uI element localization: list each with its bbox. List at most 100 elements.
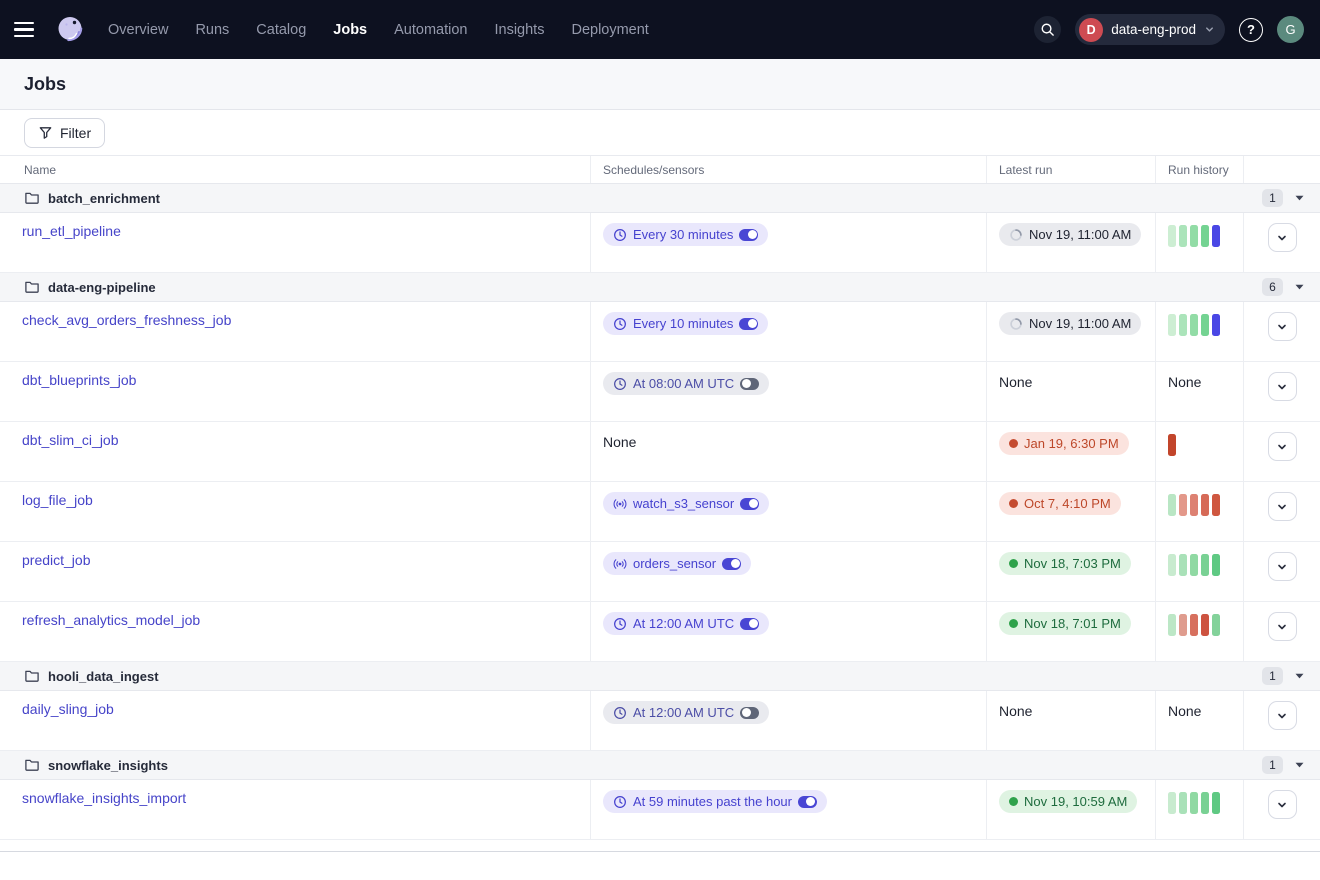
job-group-row[interactable]: snowflake_insights 1 xyxy=(0,751,1320,780)
nav-item-overview[interactable]: Overview xyxy=(108,22,168,38)
schedule-toggle[interactable] xyxy=(740,378,759,390)
run-history-bar[interactable] xyxy=(1212,554,1220,576)
schedule-toggle[interactable] xyxy=(739,318,758,330)
run-history-bar[interactable] xyxy=(1179,225,1187,247)
run-history-bar[interactable] xyxy=(1179,494,1187,516)
user-avatar[interactable]: G xyxy=(1277,16,1304,43)
schedule-pill[interactable]: At 12:00 AM UTC xyxy=(603,701,769,724)
expand-row-button[interactable] xyxy=(1268,372,1297,401)
expand-row-button[interactable] xyxy=(1268,492,1297,521)
run-history-bar[interactable] xyxy=(1212,314,1220,336)
run-history-bar[interactable] xyxy=(1201,494,1209,516)
latest-run-pill[interactable]: Nov 19, 11:00 AM xyxy=(999,223,1141,246)
expand-row-button[interactable] xyxy=(1268,790,1297,819)
run-history-bar[interactable] xyxy=(1168,614,1176,636)
schedule-pill[interactable]: Every 30 minutes xyxy=(603,223,768,246)
job-name-link[interactable]: snowflake_insights_import xyxy=(22,790,186,806)
schedule-pill[interactable]: At 08:00 AM UTC xyxy=(603,372,769,395)
schedule-pill[interactable]: At 12:00 AM UTC xyxy=(603,612,769,635)
latest-run-pill[interactable]: Jan 19, 6:30 PM xyxy=(999,432,1129,455)
run-history-bar[interactable] xyxy=(1190,792,1198,814)
schedule-toggle[interactable] xyxy=(798,796,817,808)
latest-run-pill[interactable]: Nov 19, 10:59 AM xyxy=(999,790,1137,813)
expand-row-button[interactable] xyxy=(1268,552,1297,581)
search-button[interactable] xyxy=(1034,16,1061,43)
job-name-link[interactable]: check_avg_orders_freshness_job xyxy=(22,312,231,328)
job-name-link[interactable]: predict_job xyxy=(22,552,91,568)
deployment-switcher[interactable]: D data-eng-prod xyxy=(1075,14,1225,45)
job-group-row[interactable]: batch_enrichment 1 xyxy=(0,184,1320,213)
job-name-link[interactable]: refresh_analytics_model_job xyxy=(22,612,200,628)
nav-item-deployment[interactable]: Deployment xyxy=(571,22,648,38)
caret-down-icon[interactable] xyxy=(1295,284,1304,290)
schedule-toggle[interactable] xyxy=(722,558,741,570)
run-history-bar[interactable] xyxy=(1201,792,1209,814)
run-history-bar[interactable] xyxy=(1168,434,1176,456)
latest-run-pill[interactable]: Nov 18, 7:03 PM xyxy=(999,552,1131,575)
job-name-link[interactable]: dbt_slim_ci_job xyxy=(22,432,119,448)
expand-row-button[interactable] xyxy=(1268,701,1297,730)
nav-item-jobs[interactable]: Jobs xyxy=(333,22,367,38)
caret-down-icon[interactable] xyxy=(1295,673,1304,679)
run-history-bar[interactable] xyxy=(1190,494,1198,516)
run-history-bar[interactable] xyxy=(1168,494,1176,516)
job-group-row[interactable]: hooli_data_ingest 1 xyxy=(0,662,1320,691)
schedule-pill[interactable]: watch_s3_sensor xyxy=(603,492,769,515)
job-name-link[interactable]: daily_sling_job xyxy=(22,701,114,717)
expand-row-button[interactable] xyxy=(1268,223,1297,252)
job-name-link[interactable]: dbt_blueprints_job xyxy=(22,372,136,388)
run-history-bar[interactable] xyxy=(1201,614,1209,636)
run-history-bar[interactable] xyxy=(1168,225,1176,247)
job-group-row[interactable]: data-eng-pipeline 6 xyxy=(0,273,1320,302)
run-history-bar[interactable] xyxy=(1190,554,1198,576)
expand-row-button[interactable] xyxy=(1268,612,1297,641)
filter-button[interactable]: Filter xyxy=(24,118,105,148)
schedule-toggle[interactable] xyxy=(740,707,759,719)
schedule-pill[interactable]: At 59 minutes past the hour xyxy=(603,790,827,813)
latest-run-pill[interactable]: Nov 19, 11:00 AM xyxy=(999,312,1141,335)
run-history-bar[interactable] xyxy=(1212,494,1220,516)
latest-run-none: None xyxy=(999,701,1032,719)
run-history-bar[interactable] xyxy=(1179,614,1187,636)
nav-item-insights[interactable]: Insights xyxy=(494,22,544,38)
run-history-bar[interactable] xyxy=(1212,614,1220,636)
run-history-bar[interactable] xyxy=(1179,314,1187,336)
run-history-bar[interactable] xyxy=(1190,225,1198,247)
avatar-initial: G xyxy=(1285,22,1295,37)
nav-item-runs[interactable]: Runs xyxy=(195,22,229,38)
nav-item-catalog[interactable]: Catalog xyxy=(256,22,306,38)
hamburger-menu-icon[interactable] xyxy=(14,17,40,43)
run-history-bar[interactable] xyxy=(1179,792,1187,814)
run-status-dot xyxy=(1009,439,1018,448)
expand-row-button[interactable] xyxy=(1268,432,1297,461)
caret-down-icon[interactable] xyxy=(1295,195,1304,201)
run-history-bars xyxy=(1168,223,1220,247)
group-row-controls: 6 xyxy=(1262,278,1304,296)
run-history-bar[interactable] xyxy=(1212,225,1220,247)
run-history-bar[interactable] xyxy=(1190,614,1198,636)
run-history-bar[interactable] xyxy=(1168,792,1176,814)
expand-row-button[interactable] xyxy=(1268,312,1297,341)
latest-run-pill[interactable]: Oct 7, 4:10 PM xyxy=(999,492,1121,515)
dagster-logo[interactable] xyxy=(52,12,88,48)
caret-down-icon[interactable] xyxy=(1295,762,1304,768)
run-history-bar[interactable] xyxy=(1201,314,1209,336)
schedule-toggle[interactable] xyxy=(740,618,759,630)
run-history-bar[interactable] xyxy=(1201,554,1209,576)
run-history-bar[interactable] xyxy=(1179,554,1187,576)
run-history-bar[interactable] xyxy=(1212,792,1220,814)
job-name-link[interactable]: run_etl_pipeline xyxy=(22,223,121,239)
run-history-bar[interactable] xyxy=(1168,314,1176,336)
schedule-toggle[interactable] xyxy=(740,498,759,510)
latest-run-pill[interactable]: Nov 18, 7:01 PM xyxy=(999,612,1131,635)
nav-item-automation[interactable]: Automation xyxy=(394,22,467,38)
schedule-pill[interactable]: orders_sensor xyxy=(603,552,751,575)
run-history-bar[interactable] xyxy=(1168,554,1176,576)
job-name-link[interactable]: log_file_job xyxy=(22,492,93,508)
folder-icon xyxy=(24,668,40,684)
schedule-toggle[interactable] xyxy=(739,229,758,241)
run-history-bar[interactable] xyxy=(1190,314,1198,336)
help-button[interactable]: ? xyxy=(1239,18,1263,42)
schedule-pill[interactable]: Every 10 minutes xyxy=(603,312,768,335)
run-history-bar[interactable] xyxy=(1201,225,1209,247)
